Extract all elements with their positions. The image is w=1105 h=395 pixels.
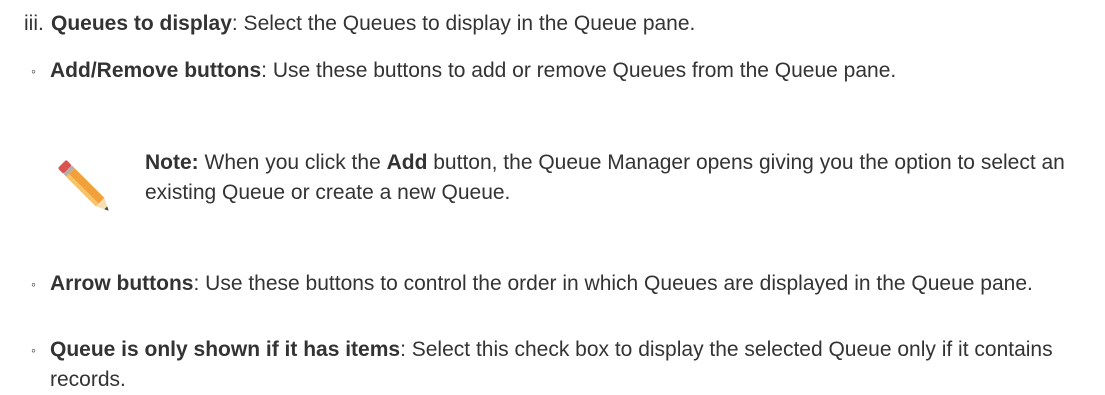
queue-only-shown-item: ◦ Queue is only shown if it has items: S… xyxy=(31,335,1081,395)
queues-to-display-item: iii. Queues to display: Select the Queues… xyxy=(24,9,1084,39)
add-remove-buttons-title: Add/Remove buttons xyxy=(50,59,262,82)
bullet-marker: ◦ xyxy=(31,63,36,79)
queues-to-display-text: : Select the Queues to display in the Qu… xyxy=(231,12,696,35)
arrow-buttons-item: ◦ Arrow buttons: Use these buttons to co… xyxy=(31,269,1081,299)
arrow-buttons-text-block: Arrow buttons: Use these buttons to cont… xyxy=(31,269,1081,299)
queue-only-shown-text-block: Queue is only shown if it has items: Sel… xyxy=(31,335,1081,395)
add-remove-buttons-text: : Use these buttons to add or remove Que… xyxy=(261,59,897,82)
add-remove-buttons-text-block: Add/Remove buttons: Use these buttons to… xyxy=(31,56,1081,86)
queues-to-display-title: Queues to display xyxy=(51,12,232,35)
note-text-before: When you click the xyxy=(198,151,387,174)
roman-marker: iii. xyxy=(24,12,44,35)
bullet-marker: ◦ xyxy=(31,342,36,358)
pencil-icon xyxy=(58,160,109,211)
note-add-word: Add xyxy=(386,151,428,174)
bullet-marker: ◦ xyxy=(31,276,36,292)
queue-only-shown-title: Queue is only shown if it has items xyxy=(50,338,401,361)
add-remove-buttons-item: ◦ Add/Remove buttons: Use these buttons … xyxy=(31,56,1081,86)
arrow-buttons-title: Arrow buttons xyxy=(50,272,194,295)
note-label: Note: xyxy=(145,151,199,174)
note-text: Note: When you click the Add button, the… xyxy=(145,148,1095,208)
arrow-buttons-text: : Use these buttons to control the order… xyxy=(193,272,1033,295)
